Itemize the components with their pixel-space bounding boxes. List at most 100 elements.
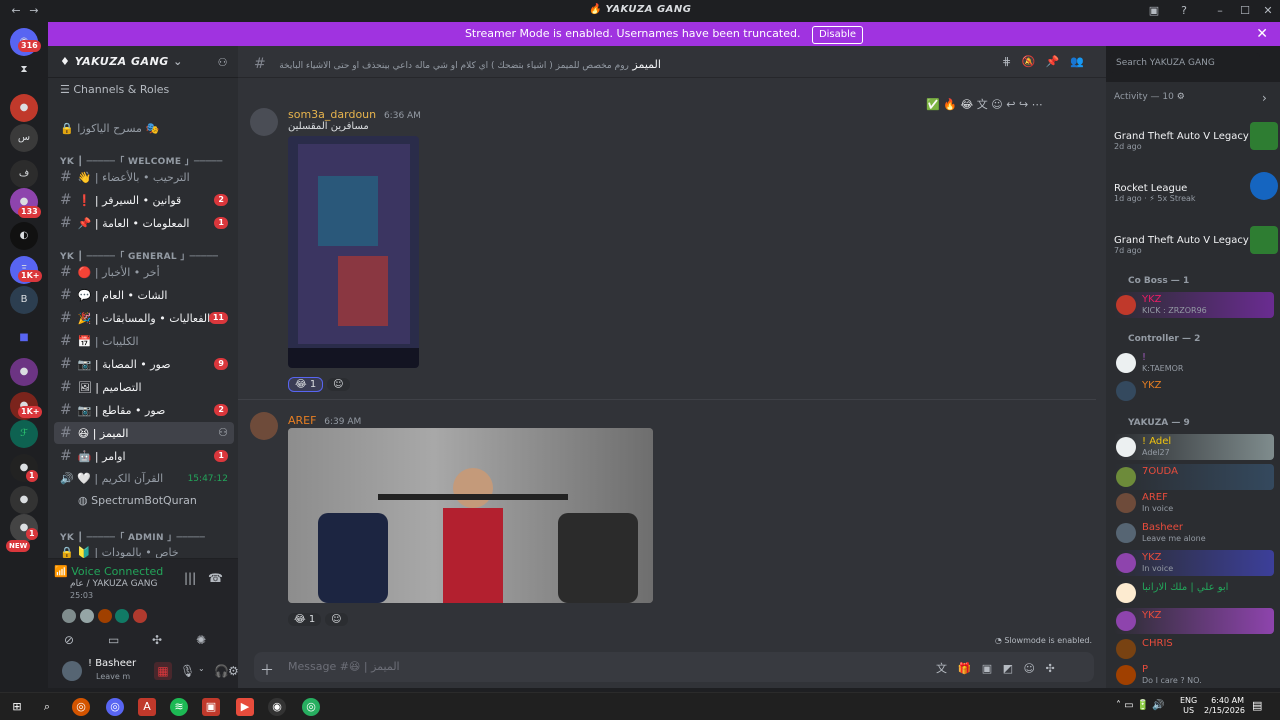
channel-designs[interactable]: # 🖼 | التصاميم xyxy=(48,376,238,398)
activity-card[interactable]: Grand Theft Auto V Legacy 7d ago xyxy=(1114,222,1278,272)
add-reaction-icon[interactable]: ☺ xyxy=(325,613,348,626)
game-icon[interactable]: ▦ xyxy=(154,662,172,680)
chrome-icon[interactable]: ◎ xyxy=(106,698,124,716)
chrome-icon[interactable]: ◎ xyxy=(72,698,90,716)
add-reaction-icon[interactable]: ☺ xyxy=(991,98,1002,111)
member-item[interactable]: ! Adel Adel27 xyxy=(1114,434,1274,460)
search-input[interactable]: Search YAKUZA GANG xyxy=(1110,53,1260,73)
soundboard-icon[interactable]: ✺ xyxy=(196,633,206,647)
hourglass-icon[interactable]: ⧗ xyxy=(10,56,38,84)
more-icon[interactable]: ⋯ xyxy=(1032,98,1043,111)
disable-button[interactable]: Disable xyxy=(811,26,864,44)
channel-clips[interactable]: # 📅 | الكليبات xyxy=(48,330,238,352)
author-name[interactable]: som3a_dardoun xyxy=(288,108,376,121)
noise-icon[interactable]: ||| xyxy=(184,571,196,585)
laugh-icon[interactable]: 😂 xyxy=(960,98,973,111)
member-item[interactable]: 7OUDA xyxy=(1114,464,1274,490)
member-item[interactable]: YKZ xyxy=(1114,608,1274,634)
channel-info[interactable]: # 📌 | المعلومات • العامة 1 xyxy=(48,212,238,234)
emoji-icon[interactable]: ☺ xyxy=(1024,662,1035,675)
activity-header[interactable]: Activity — 10 ⚙ xyxy=(1114,92,1185,102)
gift-icon[interactable]: 🎁 xyxy=(958,662,972,675)
add-member-icon[interactable]: ⚇ xyxy=(218,56,228,69)
member-item[interactable]: YKZ xyxy=(1114,378,1274,404)
spotify-icon[interactable]: ≋ xyxy=(170,698,188,716)
reply-icon[interactable]: ↩ xyxy=(1006,98,1015,111)
sticker-icon[interactable]: ◩ xyxy=(1003,662,1013,675)
member-item[interactable]: ! K:TAEMOR xyxy=(1114,350,1274,376)
member-item[interactable]: P Do I care ? NO. xyxy=(1114,662,1274,688)
channel-photos[interactable]: # 📷 | صور • المصابة 9 xyxy=(48,353,238,375)
channel-memes-active[interactable]: # 😆 | الميمز ⚇ xyxy=(54,422,234,444)
close-window-button[interactable]: ✕ xyxy=(1260,3,1276,19)
notification-icon[interactable]: ▤ xyxy=(1252,699,1262,712)
add-member-icon[interactable]: ⚇ xyxy=(218,422,228,444)
app-icon[interactable]: ▶ xyxy=(236,698,254,716)
video-attachment[interactable] xyxy=(288,136,419,368)
headphones-icon[interactable]: 🎧 xyxy=(214,664,229,678)
clock[interactable]: 6:40 AM 2/15/2026 xyxy=(1204,696,1245,716)
channel-commands[interactable]: # 🤖 | اوامر 1 xyxy=(48,445,238,467)
channel-topic[interactable]: روم مخصص للميمز ( اشياء بتضحك ) اي كلام … xyxy=(279,61,629,71)
author-name[interactable]: AREF xyxy=(288,414,316,427)
add-attachment-icon[interactable]: ＋ xyxy=(260,660,274,680)
member-item[interactable]: Basheer Leave me alone xyxy=(1114,520,1274,546)
member-item[interactable]: CHRIS xyxy=(1114,636,1274,662)
apps-icon[interactable]: ✣ xyxy=(1045,662,1054,675)
server-icon[interactable]: ℱ xyxy=(10,420,38,448)
server-icon[interactable]: ف xyxy=(10,160,38,188)
avatar[interactable] xyxy=(62,661,82,681)
stage-channel[interactable]: 🔒 مسرح الياكوزا 🎭 xyxy=(48,118,238,140)
server-icon[interactable]: س xyxy=(10,124,38,152)
channel-clips-photos[interactable]: # 📷 | صور • مقاطع 2 xyxy=(48,399,238,421)
server-icon[interactable]: ◐ xyxy=(10,222,38,250)
server-icon[interactable]: ● xyxy=(10,486,38,514)
pin-icon[interactable]: 📌 xyxy=(1046,55,1060,68)
tray-icons[interactable]: ˄ ▭ 🔋 🔊 xyxy=(1116,700,1165,711)
close-icon[interactable]: ✕ xyxy=(1256,22,1268,46)
microphone-icon[interactable]: 🎙 xyxy=(180,664,195,678)
minimize-button[interactable]: – xyxy=(1212,3,1228,19)
translate-icon[interactable]: 文 xyxy=(977,96,988,112)
server-icon[interactable]: ● xyxy=(10,358,38,386)
inbox-icon[interactable]: ▣ xyxy=(1146,3,1162,19)
guild-header[interactable]: ♦ YAKUZA GANG ⌄ ⚇ xyxy=(48,46,238,78)
app-icon[interactable]: A xyxy=(138,698,156,716)
member-list-icon[interactable]: 👥 xyxy=(1070,55,1084,68)
screen-share-icon[interactable]: ▭ xyxy=(108,633,119,647)
folder-icon[interactable]: ■ xyxy=(10,324,38,352)
server-icon[interactable]: ● xyxy=(10,94,38,122)
check-icon[interactable]: ✅ xyxy=(926,98,940,111)
windows-start-icon[interactable]: ⊞ xyxy=(8,698,26,716)
fire-icon[interactable]: 🔥 xyxy=(943,98,957,111)
disconnect-icon[interactable]: ☎ xyxy=(208,571,223,585)
camera-off-icon[interactable]: ⊘ xyxy=(64,633,74,647)
member-item[interactable]: YKZ In voice xyxy=(1114,550,1274,576)
channel-events[interactable]: # 🎉 | الفعاليات • والمسابقات 11 xyxy=(48,307,238,329)
forward-icon[interactable]: → xyxy=(26,3,42,19)
voice-channel-quran[interactable]: 🔊 🤍 | القرآن الكريم 15:47:12 xyxy=(48,468,238,490)
avatar[interactable] xyxy=(250,108,278,136)
forward-icon[interactable]: ↪ xyxy=(1019,98,1028,111)
channel-general-chat[interactable]: # 💬 | الشات • العام xyxy=(48,284,238,306)
image-attachment[interactable] xyxy=(288,428,653,603)
channel-rules[interactable]: # ❗ | قوانين • السيرفر 2 xyxy=(48,189,238,211)
search-icon[interactable]: ⌕ xyxy=(38,698,56,716)
chrome-icon[interactable]: ◎ xyxy=(302,698,320,716)
notification-icon[interactable]: 🔕 xyxy=(1022,55,1036,68)
member-item[interactable]: YKZ KICK : ZRZOR96 xyxy=(1114,292,1274,318)
language-indicator[interactable]: ENG US xyxy=(1180,696,1197,716)
help-icon[interactable]: ? xyxy=(1176,3,1192,19)
gif-icon[interactable]: ▣ xyxy=(982,662,992,675)
voice-user[interactable]: ◍ SpectrumBotQuran xyxy=(48,490,238,512)
activity-card[interactable]: Rocket League 1d ago · ⚡ 5x Streak xyxy=(1114,170,1278,220)
chevron-right-icon[interactable]: › xyxy=(1262,91,1267,105)
avatar[interactable] xyxy=(250,412,278,440)
activities-icon[interactable]: ✣ xyxy=(152,633,162,647)
threads-icon[interactable]: ⋕ xyxy=(1002,55,1011,68)
channels-roles-link[interactable]: ☰ Channels & Roles xyxy=(48,79,238,101)
reaction-button[interactable]: 😂 1 xyxy=(288,377,324,392)
member-item[interactable]: ابو علي | ملك الارانبا xyxy=(1114,580,1274,606)
add-reaction-icon[interactable]: ☺ xyxy=(327,378,350,391)
chevron-down-icon[interactable]: ⌄ xyxy=(198,664,205,673)
